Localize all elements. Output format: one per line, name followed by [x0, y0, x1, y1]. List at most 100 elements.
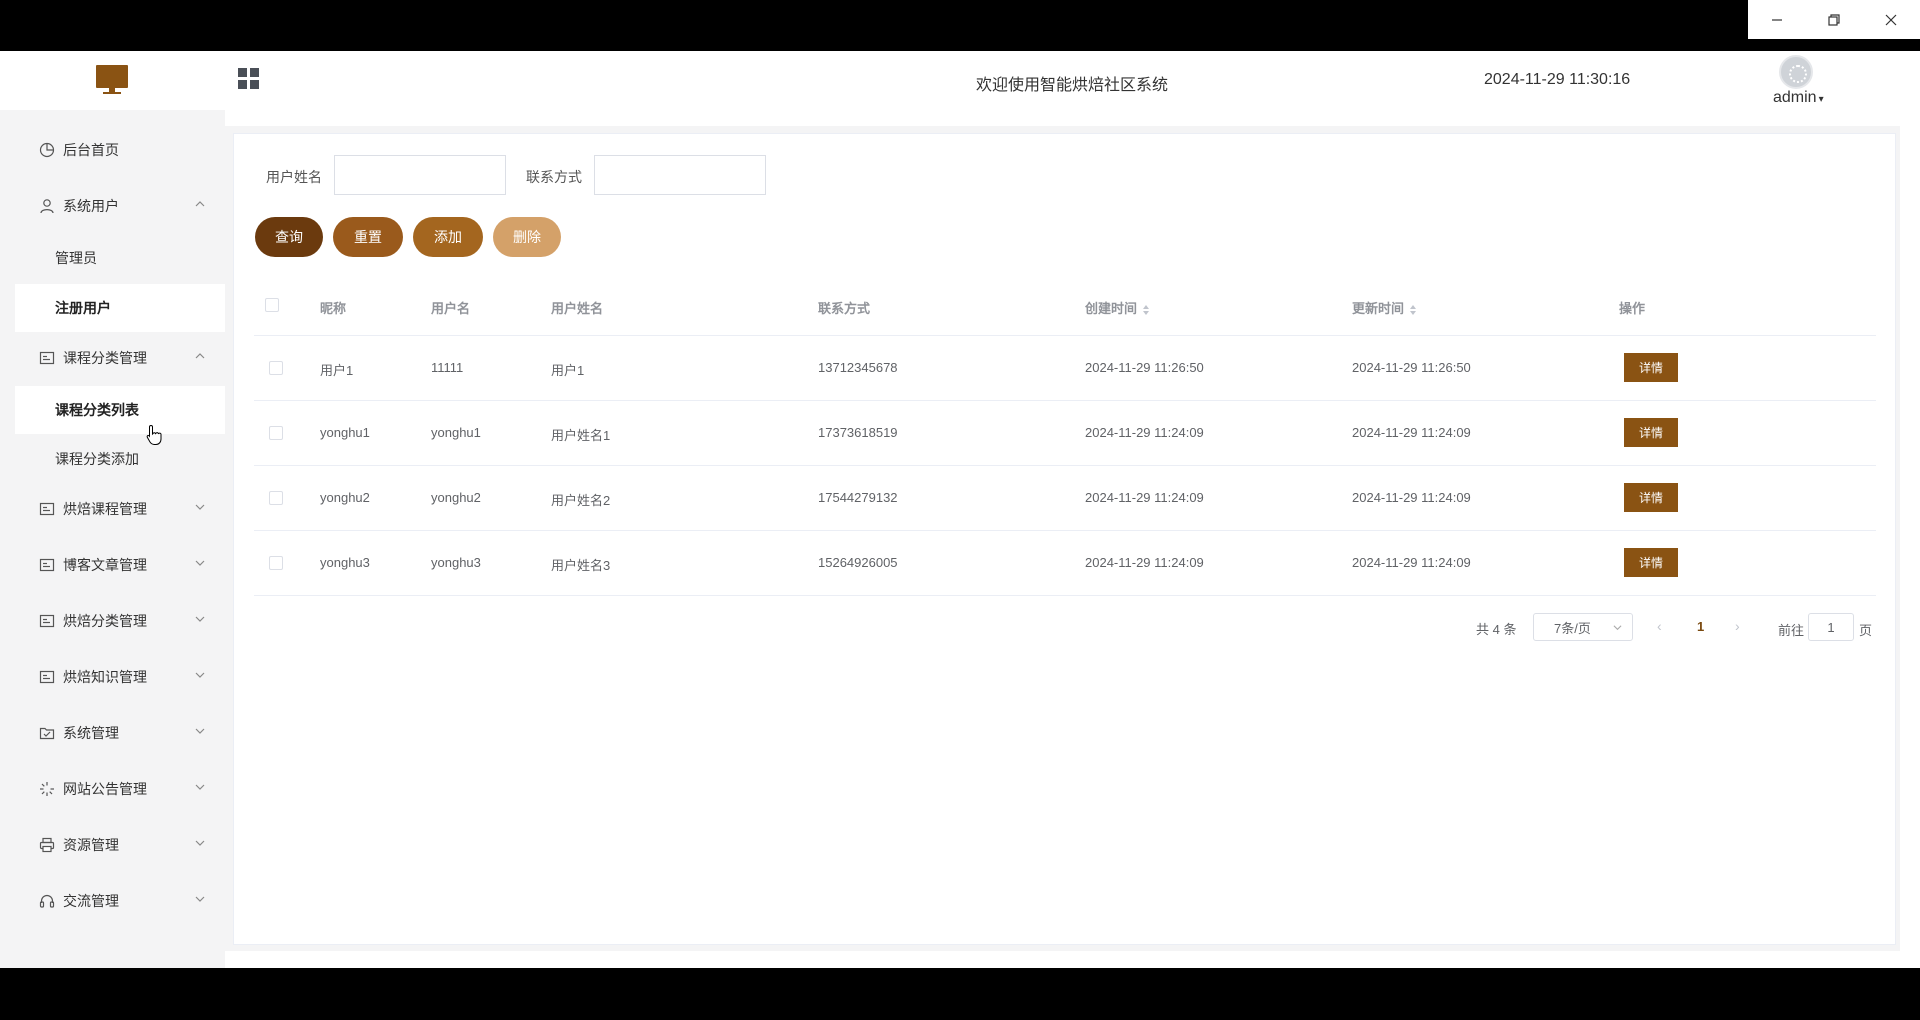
- chevron-down-icon: [195, 896, 205, 902]
- row-checkbox[interactable]: [269, 426, 283, 440]
- checkbox-icon: [39, 727, 55, 740]
- sidebar: 后台首页 系统用户 管理员 注册用户 课程分类管理 课程分类列表 课程分类添加 …: [0, 110, 225, 968]
- page-size-select[interactable]: 7条/页: [1533, 613, 1633, 641]
- table-row: yonghu1 yonghu1 用户姓名1 17373618519 2024-1…: [254, 401, 1876, 466]
- detail-button[interactable]: 详情: [1624, 548, 1678, 577]
- cell-nickname: yonghu3: [320, 555, 370, 570]
- column-header: 联系方式: [818, 301, 871, 316]
- chevron-down-icon: [195, 616, 205, 622]
- cell-updated: 2024-11-29 11:24:09: [1352, 555, 1471, 570]
- list-icon: [39, 502, 55, 516]
- delete-button[interactable]: 删除: [493, 217, 561, 257]
- sidebar-item-system-management[interactable]: 系统管理: [15, 709, 225, 757]
- row-checkbox[interactable]: [269, 556, 283, 570]
- page-size-value: 7条/页: [1554, 620, 1591, 636]
- cell-nickname: yonghu1: [320, 425, 370, 440]
- name-search-input[interactable]: [334, 155, 506, 195]
- contact-search-label: 联系方式: [526, 169, 582, 185]
- sidebar-item-communication[interactable]: 交流管理: [15, 877, 225, 925]
- next-page-icon[interactable]: ›: [1735, 618, 1740, 634]
- add-button[interactable]: 添加: [413, 217, 483, 257]
- contact-search-input[interactable]: [594, 155, 766, 195]
- sidebar-item-label: 系统用户: [63, 198, 119, 214]
- reset-button[interactable]: 重置: [333, 217, 403, 257]
- sort-icon[interactable]: [1409, 304, 1417, 316]
- prev-page-icon[interactable]: ‹: [1657, 618, 1662, 634]
- query-button[interactable]: 查询: [255, 217, 323, 257]
- sidebar-item-course-category-add[interactable]: 课程分类添加: [15, 435, 225, 483]
- minimize-icon[interactable]: [1748, 0, 1805, 39]
- cell-created: 2024-11-29 11:24:09: [1085, 425, 1204, 440]
- row-checkbox[interactable]: [269, 361, 283, 375]
- cell-created: 2024-11-29 11:24:09: [1085, 490, 1204, 505]
- sidebar-item-label: 资源管理: [63, 837, 119, 853]
- sidebar-item-baking-knowledge[interactable]: 烘焙知识管理: [15, 653, 225, 701]
- column-header: 昵称: [320, 301, 347, 316]
- sidebar-item-announcements[interactable]: 网站公告管理: [15, 765, 225, 813]
- loading-icon: [40, 782, 54, 796]
- detail-button[interactable]: 详情: [1624, 418, 1678, 447]
- sidebar-item-label: 网站公告管理: [63, 781, 147, 797]
- restore-icon[interactable]: [1805, 0, 1862, 39]
- page-suffix: 页: [1859, 623, 1873, 638]
- detail-button[interactable]: 详情: [1624, 353, 1678, 382]
- cell-contact: 17373618519: [818, 425, 898, 440]
- sidebar-item-baking-category[interactable]: 烘焙分类管理: [15, 597, 225, 645]
- cell-updated: 2024-11-29 11:24:09: [1352, 490, 1471, 505]
- name-search-label: 用户姓名: [266, 169, 322, 185]
- sidebar-item-label: 烘焙知识管理: [63, 669, 147, 685]
- chevron-down-icon: [195, 672, 205, 678]
- user-menu[interactable]: admin ▾: [1773, 89, 1824, 107]
- sidebar-item-registered-users[interactable]: 注册用户: [15, 284, 225, 332]
- table-row: 用户1 11111 用户1 13712345678 2024-11-29 11:…: [254, 336, 1876, 401]
- column-header-sortable[interactable]: 更新时间: [1352, 298, 1417, 317]
- sidebar-item-baking-courses[interactable]: 烘焙课程管理: [15, 485, 225, 533]
- sidebar-item-blog-articles[interactable]: 博客文章管理: [15, 541, 225, 589]
- user-icon: [40, 199, 54, 214]
- chevron-down-icon: [195, 504, 205, 510]
- chevron-up-icon: [195, 353, 205, 359]
- avatar[interactable]: [1779, 55, 1813, 89]
- chevron-down-icon: [195, 840, 205, 846]
- sidebar-item-admins[interactable]: 管理员: [15, 234, 225, 282]
- monitor-logo-icon: [96, 65, 128, 94]
- select-all-checkbox[interactable]: [265, 298, 279, 312]
- chevron-down-icon: [195, 728, 205, 734]
- top-header: 欢迎使用智能烘焙社区系统 2024-11-29 11:30:16 admin ▾: [0, 51, 1920, 110]
- cell-username: yonghu2: [431, 490, 481, 505]
- page-number-current[interactable]: 1: [1697, 619, 1704, 634]
- cell-updated: 2024-11-29 11:26:50: [1352, 360, 1471, 375]
- column-header: 操作: [1619, 301, 1646, 316]
- column-header: 用户名: [431, 301, 471, 316]
- table-row: yonghu3 yonghu3 用户姓名3 15264926005 2024-1…: [254, 531, 1876, 596]
- cell-realname: 用户姓名1: [551, 428, 611, 443]
- column-header-label: 创建时间: [1085, 301, 1138, 316]
- cell-contact: 15264926005: [818, 555, 898, 570]
- sidebar-item-course-category[interactable]: 课程分类管理: [15, 334, 225, 382]
- chevron-up-icon: [195, 201, 205, 207]
- column-header-sortable[interactable]: 创建时间: [1085, 298, 1150, 317]
- close-icon[interactable]: [1863, 0, 1920, 39]
- cell-username: yonghu1: [431, 425, 481, 440]
- chevron-down-icon: [195, 560, 205, 566]
- sidebar-item-course-category-list[interactable]: 课程分类列表: [15, 386, 225, 434]
- column-header: 用户姓名: [551, 301, 604, 316]
- sidebar-item-resources[interactable]: 资源管理: [15, 821, 225, 869]
- detail-button[interactable]: 详情: [1624, 483, 1678, 512]
- goto-page-input[interactable]: [1808, 613, 1854, 641]
- window-titlebar: [0, 0, 1920, 51]
- sort-icon[interactable]: [1142, 304, 1150, 316]
- grid-menu-icon[interactable]: [238, 68, 260, 90]
- goto-label: 前往: [1778, 623, 1805, 638]
- cell-realname: 用户姓名2: [551, 493, 611, 508]
- cell-nickname: yonghu2: [320, 490, 370, 505]
- cell-nickname: 用户1: [320, 363, 354, 378]
- sidebar-item-label: 博客文章管理: [63, 557, 147, 573]
- cell-contact: 17544279132: [818, 490, 898, 505]
- sidebar-item-label: 交流管理: [63, 893, 119, 909]
- column-header-label: 更新时间: [1352, 301, 1405, 316]
- row-checkbox[interactable]: [269, 491, 283, 505]
- sidebar-item-system-users[interactable]: 系统用户: [15, 182, 225, 230]
- list-icon: [39, 614, 55, 628]
- sidebar-item-home[interactable]: 后台首页: [15, 126, 225, 174]
